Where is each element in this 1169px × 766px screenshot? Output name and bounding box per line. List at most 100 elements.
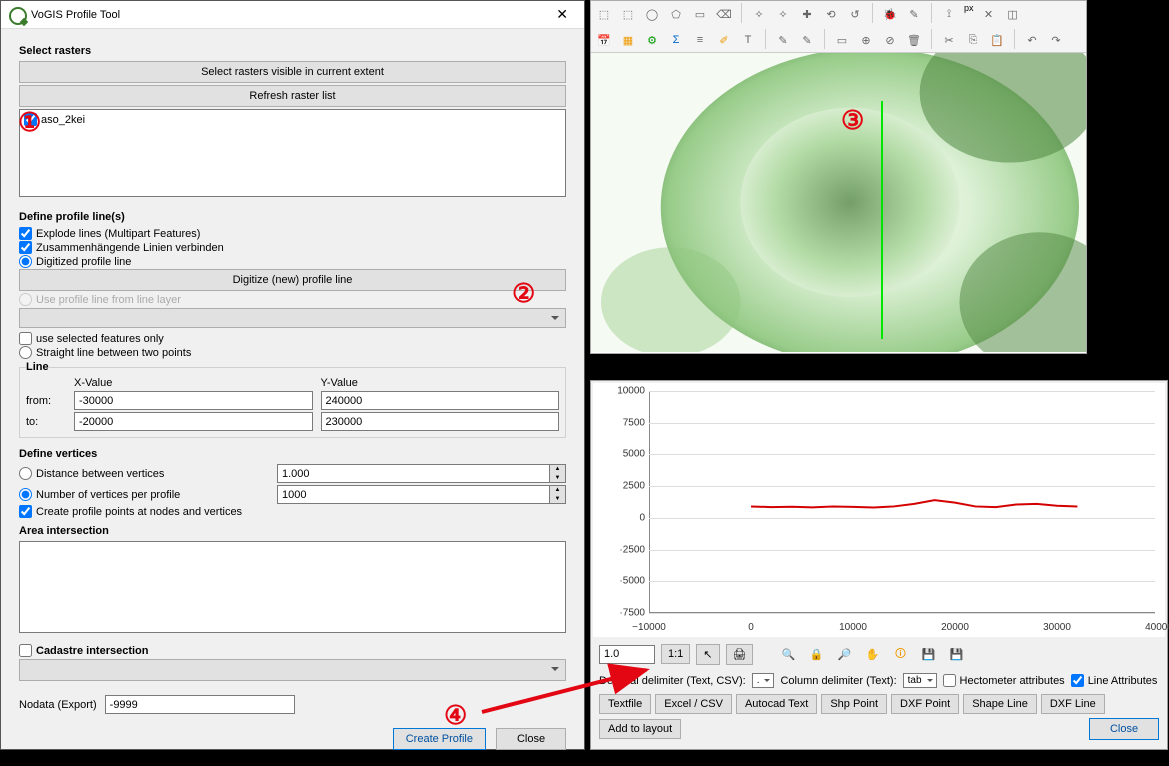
tool-icon[interactable]: ⟟ (938, 3, 960, 25)
paste-icon[interactable]: 📋 (986, 29, 1008, 51)
cadastre-checkbox[interactable]: Cadastre intersection (19, 644, 566, 657)
raster-item-label: aso_2kei (41, 114, 85, 126)
define-lines-heading: Define profile line(s) (19, 211, 566, 223)
redo-icon[interactable]: ↷ (1045, 29, 1067, 51)
trash-icon[interactable]: 🗑 (903, 29, 925, 51)
close-icon[interactable]: ✕ (548, 2, 576, 27)
profile-chart[interactable]: ·7500·5000·2500025005000750010000 −10000… (593, 383, 1165, 637)
sigma-icon[interactable]: Σ (665, 29, 687, 51)
titlebar: VoGIS Profile Tool ✕ (1, 1, 584, 29)
use-selected-checkbox-row[interactable]: use selected features only (19, 332, 566, 345)
tool-icon[interactable]: ✐ (713, 29, 735, 51)
tool-icon[interactable]: ◫ (1002, 3, 1024, 25)
dialog-title: VoGIS Profile Tool (31, 9, 548, 21)
tool-icon[interactable]: ✧ (748, 3, 770, 25)
decimal-delim-combo[interactable]: . (752, 673, 775, 688)
zoom-lock-icon[interactable]: 🔒 (805, 643, 827, 665)
tool-icon[interactable]: ⊘ (879, 29, 901, 51)
undo-icon[interactable]: ↶ (1021, 29, 1043, 51)
nodata-label: Nodata (Export) (19, 699, 97, 711)
explode-checkbox-row[interactable]: Explode lines (Multipart Features) (19, 227, 566, 240)
tool-label: px (962, 3, 976, 25)
scale-input[interactable] (599, 645, 655, 664)
export-dxf-line-button[interactable]: DXF Line (1041, 694, 1105, 714)
export-dxf-point-button[interactable]: DXF Point (891, 694, 959, 714)
straight-radio-row[interactable]: Straight line between two points (19, 346, 566, 359)
tool-icon[interactable]: ✕ (978, 3, 1000, 25)
digitized-radio-row[interactable]: Digitized profile line (19, 255, 566, 268)
column-delim-combo[interactable]: tab (903, 673, 937, 688)
save-as-icon[interactable]: 💾 (945, 643, 967, 665)
dist-vertices-spinner[interactable]: ▲▼ (277, 464, 566, 483)
tool-icon[interactable]: ✚ (796, 3, 818, 25)
save-icon[interactable]: 💾 (917, 643, 939, 665)
tool-icon[interactable]: ✧ (772, 3, 794, 25)
export-shape-line-button[interactable]: Shape Line (963, 694, 1037, 714)
profile-close-button[interactable]: Close (1089, 718, 1159, 740)
cursor-button[interactable]: ↖ (696, 644, 719, 665)
tool-icon[interactable]: ⬠ (665, 3, 687, 25)
annotation-4: ④ (444, 700, 467, 731)
tool-icon[interactable]: ▭ (689, 3, 711, 25)
pan-icon[interactable]: ✋ (861, 643, 883, 665)
annotation-2: ② (512, 278, 535, 309)
digitize-line-button[interactable]: Digitize (new) profile line (19, 269, 566, 291)
lineattr-checkbox[interactable]: Line Attributes (1071, 674, 1158, 687)
annotation-1: ① (18, 107, 41, 138)
map-view: ⬚⬚◯⬠▭⌫ ✧✧✚⟲↺ 🐞 ✎ ⟟px✕◫ 📅▦⚙Σ≡✐T ✎✎ ▭⊕⊘🗑 ✂… (590, 0, 1087, 354)
line-layer-combo[interactable] (19, 308, 566, 328)
zoom-in-icon[interactable]: 🔍 (777, 643, 799, 665)
area-intersection-box[interactable] (19, 541, 566, 633)
select-rasters-heading: Select rasters (19, 45, 566, 57)
tool-icon[interactable]: ⊕ (855, 29, 877, 51)
raster-item[interactable]: aso_2kei (24, 113, 561, 126)
tool-icon[interactable]: ⚙ (641, 29, 663, 51)
map-canvas[interactable] (591, 53, 1086, 353)
tool-icon[interactable]: ⌫ (713, 3, 735, 25)
bug-icon[interactable]: 🐞 (879, 3, 901, 25)
tool-icon[interactable]: ▦ (617, 29, 639, 51)
to-y-input[interactable] (321, 412, 560, 431)
hecto-checkbox[interactable]: Hectometer attributes (943, 674, 1065, 687)
profile-result-panel: ·7500·5000·2500025005000750010000 −10000… (590, 380, 1168, 750)
nodata-input[interactable] (105, 695, 295, 714)
scale-11-button[interactable]: 1:1 (661, 644, 690, 664)
close-button[interactable]: Close (496, 728, 566, 750)
num-vertices-spinner[interactable]: ▲▼ (277, 485, 566, 504)
refresh-raster-list-button[interactable]: Refresh raster list (19, 85, 566, 107)
tool-icon[interactable]: ✎ (903, 3, 925, 25)
num-vertices-radio[interactable]: Number of vertices per profile (19, 488, 269, 501)
tool-icon[interactable]: ↺ (844, 3, 866, 25)
identify-icon[interactable]: 🛈 (889, 643, 911, 665)
create-profile-button[interactable]: Create Profile (393, 728, 486, 750)
raster-listbox[interactable]: aso_2kei (19, 109, 566, 197)
tool-icon[interactable]: ⬚ (593, 3, 615, 25)
export-excel-csv-button[interactable]: Excel / CSV (655, 694, 732, 714)
export-shp-point-button[interactable]: Shp Point (821, 694, 887, 714)
y-value-header: Y-Value (321, 377, 560, 389)
export-autocad-text-button[interactable]: Autocad Text (736, 694, 817, 714)
print-button[interactable]: 🖨 (726, 644, 754, 665)
copy-icon[interactable]: ⎘ (962, 29, 984, 51)
create-nodes-checkbox[interactable]: Create profile points at nodes and verti… (19, 505, 566, 518)
select-visible-rasters-button[interactable]: Select rasters visible in current extent (19, 61, 566, 83)
use-layer-radio-row: Use profile line from line layer (19, 293, 566, 306)
to-x-input[interactable] (74, 412, 313, 431)
tool-icon[interactable]: ≡ (689, 29, 711, 51)
tool-icon[interactable]: ⟲ (820, 3, 842, 25)
from-y-input[interactable] (321, 391, 560, 410)
tool-icon[interactable]: ⬚ (617, 3, 639, 25)
zoom-out-icon[interactable]: 🔎 (833, 643, 855, 665)
dist-vertices-radio[interactable]: Distance between vertices (19, 467, 269, 480)
text-icon[interactable]: T (737, 29, 759, 51)
zusammen-checkbox-row[interactable]: Zusammenhängende Linien verbinden (19, 241, 566, 254)
export-add-to-layout-button[interactable]: Add to layout (599, 719, 681, 739)
tool-icon[interactable]: ▭ (831, 29, 853, 51)
pencil-icon[interactable]: ✎ (772, 29, 794, 51)
from-x-input[interactable] (74, 391, 313, 410)
calendar-icon[interactable]: 📅 (593, 29, 615, 51)
tool-icon[interactable]: ✎ (796, 29, 818, 51)
annotation-3: ③ (841, 105, 864, 136)
cut-icon[interactable]: ✂ (938, 29, 960, 51)
tool-icon[interactable]: ◯ (641, 3, 663, 25)
